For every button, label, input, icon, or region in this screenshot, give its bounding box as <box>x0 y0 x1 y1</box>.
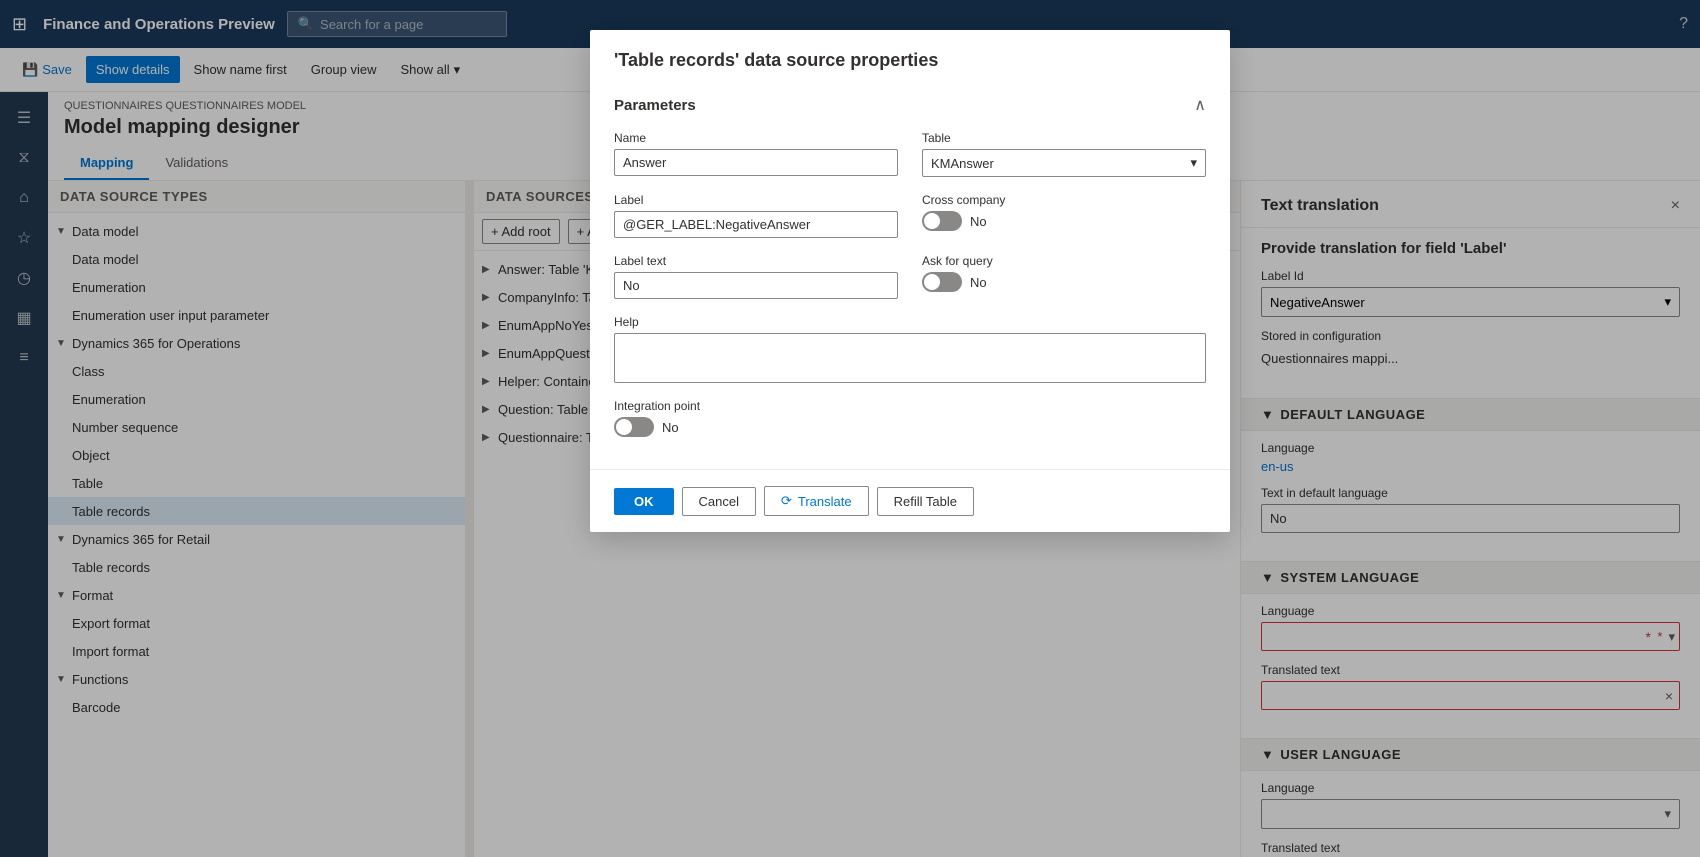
modal-dialog: 'Table records' data source properties P… <box>590 181 1230 532</box>
cross-company-value: No <box>970 214 987 229</box>
ask-for-query-toggle[interactable] <box>922 272 962 292</box>
refill-table-button[interactable]: Refill Table <box>877 487 974 516</box>
translate-label: Translate <box>798 494 852 509</box>
translate-button[interactable]: ⟳ Translate <box>764 486 869 516</box>
integration-point-toggle[interactable] <box>614 417 654 437</box>
cross-company-toggle[interactable] <box>922 211 962 231</box>
label-text-label: Label text <box>614 254 898 268</box>
translate-icon: ⟳ <box>781 493 792 509</box>
label-field-container: Label <box>614 193 898 238</box>
cross-company-label: Cross company <box>922 193 1206 207</box>
label-input[interactable] <box>614 211 898 238</box>
modal-overlay: 'Table records' data source properties P… <box>48 181 1700 857</box>
help-textarea[interactable] <box>614 333 1206 383</box>
ok-button[interactable]: OK <box>614 488 674 515</box>
ask-for-query-field-container: Ask for query No <box>922 254 1206 299</box>
label-label: Label <box>614 193 898 207</box>
help-label: Help <box>614 315 1206 329</box>
help-field-container: Help <box>614 315 1206 383</box>
ask-for-query-value: No <box>970 275 987 290</box>
cross-company-field-container: Cross company No <box>922 193 1206 238</box>
label-text-input[interactable] <box>614 272 898 299</box>
integration-point-field-container: Integration point No <box>614 399 898 437</box>
ask-for-query-label: Ask for query <box>922 254 1206 268</box>
integration-point-value: No <box>662 420 679 435</box>
cancel-button[interactable]: Cancel <box>682 487 756 516</box>
label-text-field-container: Label text <box>614 254 898 299</box>
integration-point-label: Integration point <box>614 399 898 413</box>
